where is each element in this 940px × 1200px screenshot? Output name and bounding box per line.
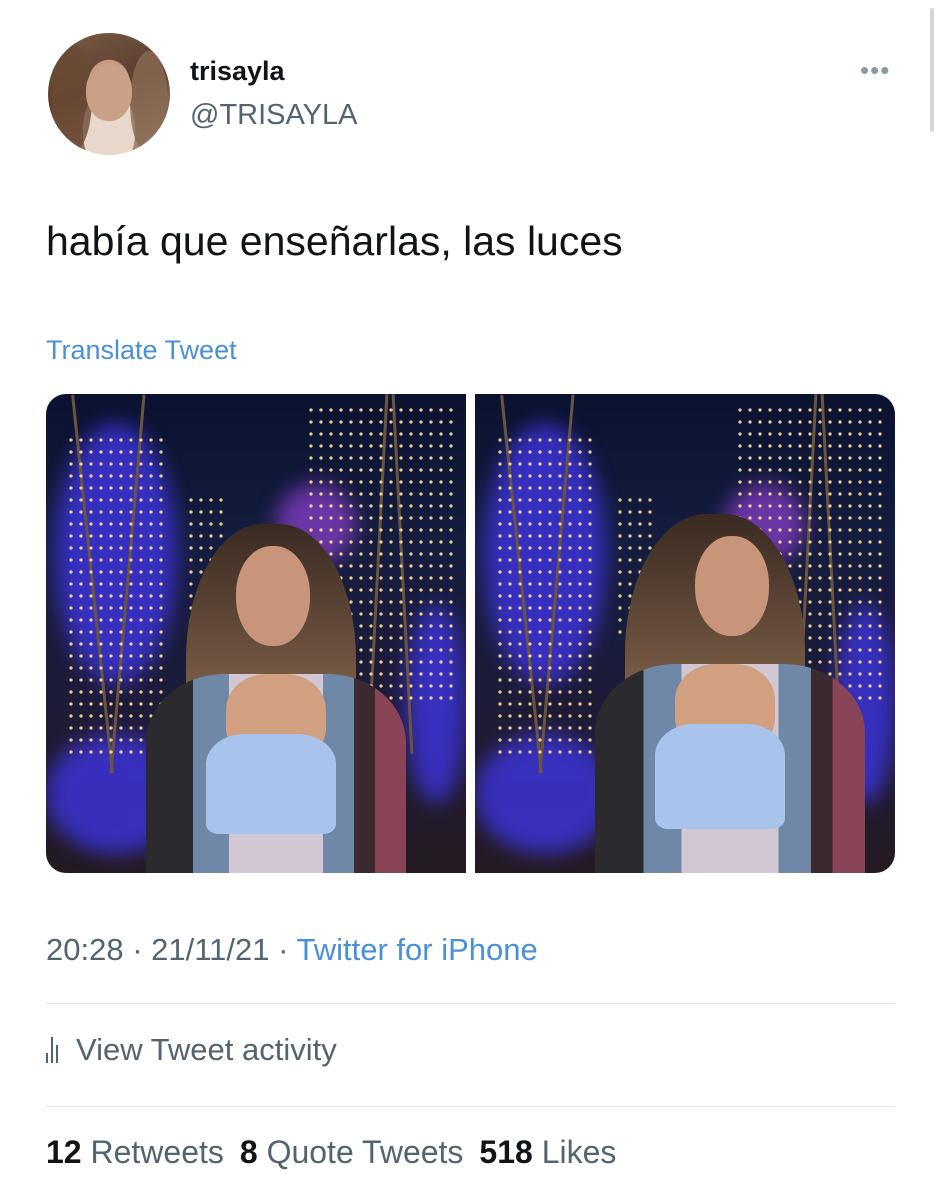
avatar[interactable] [48, 33, 170, 155]
tweet-photo-2[interactable] [475, 394, 895, 873]
tweet-source-link[interactable]: Twitter for iPhone [297, 932, 538, 967]
quote-tweets-count: 8 [239, 1134, 258, 1170]
view-tweet-activity-label: View Tweet activity [76, 1032, 337, 1067]
translate-tweet-link[interactable]: Translate Tweet [46, 335, 237, 366]
likes-label: Likes [541, 1134, 617, 1170]
display-name[interactable]: trisayla [190, 56, 285, 87]
quote-tweets-label: Quote Tweets [266, 1134, 464, 1170]
tweet-meta: 20:28 · 21/11/21 · Twitter for iPhone [46, 932, 538, 968]
quote-tweets-stat[interactable]: 8 Quote Tweets [240, 1134, 464, 1170]
user-handle[interactable]: @TRISAYLA [190, 99, 358, 132]
tweet-photo-1[interactable] [46, 394, 466, 873]
retweets-count: 12 [46, 1134, 82, 1170]
tweet-time[interactable]: 20:28 [46, 932, 124, 967]
tweet-text: había que enseñarlas, las luces [46, 218, 623, 264]
tweet-stats: 12 Retweets 8 Quote Tweets 518 Likes [46, 1134, 616, 1171]
likes-count: 518 [479, 1134, 533, 1170]
more-icon[interactable]: ••• [860, 57, 890, 83]
view-tweet-activity-button[interactable]: View Tweet activity [46, 1032, 337, 1068]
bar-chart-icon [46, 1037, 58, 1063]
divider [46, 1003, 895, 1004]
tweet-date[interactable]: 21/11/21 [151, 932, 269, 967]
likes-stat[interactable]: 518 Likes [479, 1134, 616, 1170]
meta-separator-1: · [123, 932, 152, 967]
retweets-stat[interactable]: 12 Retweets [46, 1134, 224, 1170]
scrollbar[interactable] [930, 8, 934, 132]
divider [46, 1106, 895, 1107]
meta-separator-2: · [269, 932, 297, 967]
retweets-label: Retweets [90, 1134, 224, 1170]
